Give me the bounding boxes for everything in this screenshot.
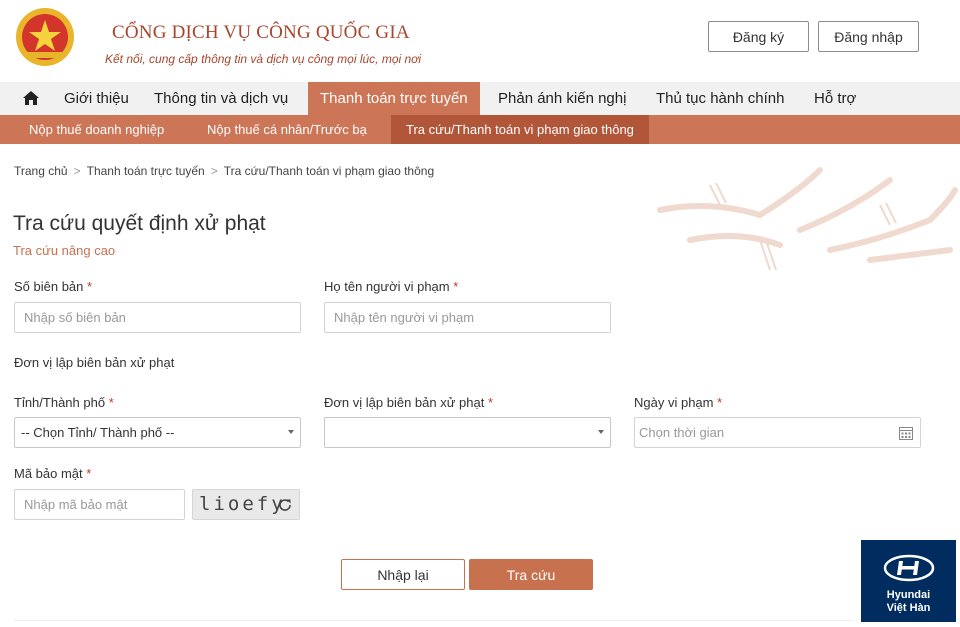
breadcrumb-level2: Tra cứu/Thanh toán vi phạm giao thông bbox=[223, 164, 435, 178]
breadcrumb-home[interactable]: Trang chủ bbox=[14, 164, 68, 178]
refresh-icon[interactable] bbox=[277, 497, 293, 513]
required-mark: * bbox=[487, 395, 494, 410]
reset-button[interactable]: Nhập lại bbox=[341, 559, 465, 590]
subnav-item-tra-cuu-vi-pham[interactable]: Tra cứu/Thanh toán vi phạm giao thông bbox=[391, 115, 649, 144]
violation-date-input[interactable]: Chọn thời gian bbox=[634, 417, 921, 448]
record-number-label: Số biên bản * bbox=[14, 279, 92, 294]
breadcrumb-separator: > bbox=[210, 164, 218, 178]
nav-item-ho-tro[interactable]: Hỗ trợ bbox=[814, 82, 856, 115]
page-title: Tra cứu quyết định xử phạt bbox=[13, 212, 266, 235]
national-emblem-icon[interactable] bbox=[14, 6, 76, 68]
violator-name-label: Họ tên người vi phạm * bbox=[324, 279, 458, 294]
violator-name-label-text: Họ tên người vi phạm bbox=[324, 279, 450, 294]
breadcrumb-level1[interactable]: Thanh toán trực tuyến bbox=[87, 164, 205, 178]
record-number-input[interactable]: Nhập số biên bản bbox=[14, 302, 301, 333]
province-select[interactable]: -- Chọn Tỉnh/ Thành phố -- bbox=[14, 417, 301, 448]
breadcrumb-separator: > bbox=[73, 164, 81, 178]
nav-item-thu-tuc-hanh-chinh[interactable]: Thủ tục hành chính bbox=[656, 82, 784, 115]
captcha-box: lioefy bbox=[192, 489, 300, 520]
login-button[interactable]: Đăng nhập bbox=[818, 21, 919, 52]
sponsor-name: Hyundai bbox=[886, 589, 931, 601]
required-mark: * bbox=[717, 395, 723, 410]
sponsor-subtitle: Việt Hàn bbox=[886, 602, 931, 614]
violator-name-input[interactable]: Nhập tên người vi phạm bbox=[324, 302, 611, 333]
nav-item-thong-tin-dich-vu[interactable]: Thông tin và dịch vụ bbox=[154, 82, 288, 115]
security-code-label: Mã bảo mật * bbox=[14, 466, 91, 481]
subnav-item-nop-thue-doanh-nghiep[interactable]: Nộp thuế doanh nghiệp bbox=[29, 115, 164, 144]
province-label: Tỉnh/Thành phố * bbox=[14, 395, 114, 410]
issuing-unit-label-text: Đơn vị lập biên bản xử phạt bbox=[324, 395, 485, 410]
chevron-down-icon bbox=[598, 430, 604, 434]
issuing-unit-select[interactable] bbox=[324, 417, 611, 448]
nav-item-thanh-toan-truc-tuyen[interactable]: Thanh toán trực tuyến bbox=[308, 82, 480, 115]
home-icon[interactable] bbox=[22, 90, 40, 106]
register-button[interactable]: Đăng ký bbox=[708, 21, 809, 52]
required-mark: * bbox=[108, 395, 114, 410]
subnav-item-nop-thue-ca-nhan[interactable]: Nộp thuế cá nhân/Trước bạ bbox=[207, 115, 367, 144]
record-number-label-text: Số biên bản bbox=[14, 279, 84, 294]
site-header: CỔNG DỊCH VỤ CÔNG QUỐC GIA Kết nối, cung… bbox=[0, 0, 960, 82]
breadcrumb: Trang chủ > Thanh toán trực tuyến > Tra … bbox=[14, 164, 434, 178]
province-label-text: Tỉnh/Thành phố bbox=[14, 395, 106, 410]
main-nav: Giới thiệu Thông tin và dịch vụ Thanh to… bbox=[0, 82, 960, 115]
captcha-image-text: lioefy bbox=[199, 493, 286, 515]
security-code-label-text: Mã bảo mật bbox=[14, 466, 83, 481]
issuing-unit-label: Đơn vị lập biên bản xử phạt * bbox=[324, 395, 493, 410]
required-mark: * bbox=[87, 279, 93, 294]
province-select-value: -- Chọn Tỉnh/ Thành phố -- bbox=[21, 425, 175, 440]
search-button[interactable]: Tra cứu bbox=[469, 559, 593, 590]
calendar-icon[interactable] bbox=[899, 426, 913, 440]
hyundai-logo-icon bbox=[883, 554, 935, 582]
hyundai-badge[interactable]: Hyundai Việt Hàn bbox=[861, 540, 956, 622]
unit-section-heading: Đơn vị lập biên bản xử phạt bbox=[14, 355, 175, 370]
required-mark: * bbox=[86, 466, 92, 481]
chevron-down-icon bbox=[288, 430, 294, 434]
sub-nav: Nộp thuế doanh nghiệp Nộp thuế cá nhân/T… bbox=[0, 115, 960, 144]
brand-title[interactable]: CỔNG DỊCH VỤ CÔNG QUỐC GIA bbox=[112, 22, 410, 44]
violation-date-placeholder: Chọn thời gian bbox=[639, 425, 725, 440]
required-mark: * bbox=[453, 279, 459, 294]
violation-date-label: Ngày vi phạm * bbox=[634, 395, 722, 410]
advanced-search-link[interactable]: Tra cứu nâng cao bbox=[13, 243, 115, 258]
decorative-birds-icon bbox=[657, 167, 958, 271]
nav-item-phan-anh-kien-nghi[interactable]: Phản ánh kiến nghị bbox=[498, 82, 626, 115]
nav-item-gioi-thieu[interactable]: Giới thiệu bbox=[64, 82, 129, 115]
violation-date-label-text: Ngày vi phạm bbox=[634, 395, 714, 410]
divider bbox=[14, 620, 854, 621]
brand-subtitle: Kết nối, cung cấp thông tin và dịch vụ c… bbox=[105, 52, 422, 66]
security-code-input[interactable]: Nhập mã bảo mật bbox=[14, 489, 185, 520]
